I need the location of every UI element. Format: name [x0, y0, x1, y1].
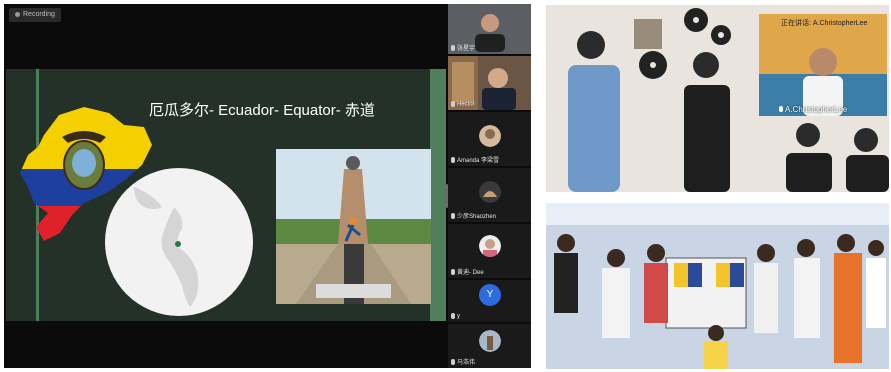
participant-tile[interactable]: Amanda 李梁雪	[448, 112, 531, 166]
participant-name: 马浩伟	[457, 360, 476, 366]
mic-icon	[451, 269, 455, 276]
participant-tile[interactable]: 张星宇	[448, 4, 531, 54]
participant-tile[interactable]: 马浩伟	[448, 324, 531, 368]
participant-name: Hector	[457, 102, 475, 108]
participant-tile[interactable]: Y y	[448, 280, 531, 322]
group-scene	[546, 203, 889, 369]
mic-icon	[451, 359, 455, 366]
participant-name: 张星宇	[457, 46, 476, 52]
mic-icon	[779, 106, 783, 112]
globe-image	[105, 168, 253, 316]
meeting-photo: A.ChristopherLee 正在讲话: A.ChristopherLee	[546, 5, 889, 192]
participant-name: 少彦Shaozhen	[457, 214, 497, 220]
mic-icon	[451, 45, 455, 52]
participant-tile[interactable]: Hector	[448, 56, 531, 110]
participant-avatar	[479, 330, 501, 352]
mic-icon	[451, 157, 455, 164]
participant-name: 黄迪- Dee	[457, 270, 484, 276]
participant-name: y	[457, 314, 460, 320]
recording-icon	[15, 11, 20, 17]
participant-video	[475, 14, 505, 52]
participant-avatar	[479, 181, 501, 203]
recording-indicator: Recording	[9, 8, 61, 22]
participant-avatar-letter: Y	[479, 284, 501, 306]
mic-icon	[451, 313, 455, 320]
mic-icon	[451, 213, 455, 220]
slide-accent-strip	[430, 69, 446, 321]
group-photo	[546, 203, 889, 369]
speaker-name: A.ChristopherLee	[785, 105, 848, 114]
video-call-speaker-tile: A.ChristopherLee	[759, 14, 887, 116]
speaking-indicator: 正在讲话: A.ChristopherLee	[781, 20, 868, 27]
video-conference-window: Recording 厄瓜多尔- Ecuador- Equator- 赤道 张星宇…	[4, 4, 531, 368]
speaker-video	[759, 14, 887, 116]
participant-avatar	[479, 125, 501, 147]
participant-name: Amanda 李梁雪	[457, 158, 500, 164]
recording-label: Recording	[23, 11, 55, 18]
mic-icon	[451, 101, 455, 108]
participant-tile[interactable]: 少彦Shaozhen	[448, 168, 531, 222]
participant-tile[interactable]: 黄迪- Dee	[448, 224, 531, 278]
shared-slide: 厄瓜多尔- Ecuador- Equator- 赤道	[6, 69, 446, 321]
participant-avatar	[479, 235, 501, 257]
equator-monument-photo	[276, 149, 431, 304]
slide-title: 厄瓜多尔- Ecuador- Equator- 赤道	[149, 102, 375, 119]
